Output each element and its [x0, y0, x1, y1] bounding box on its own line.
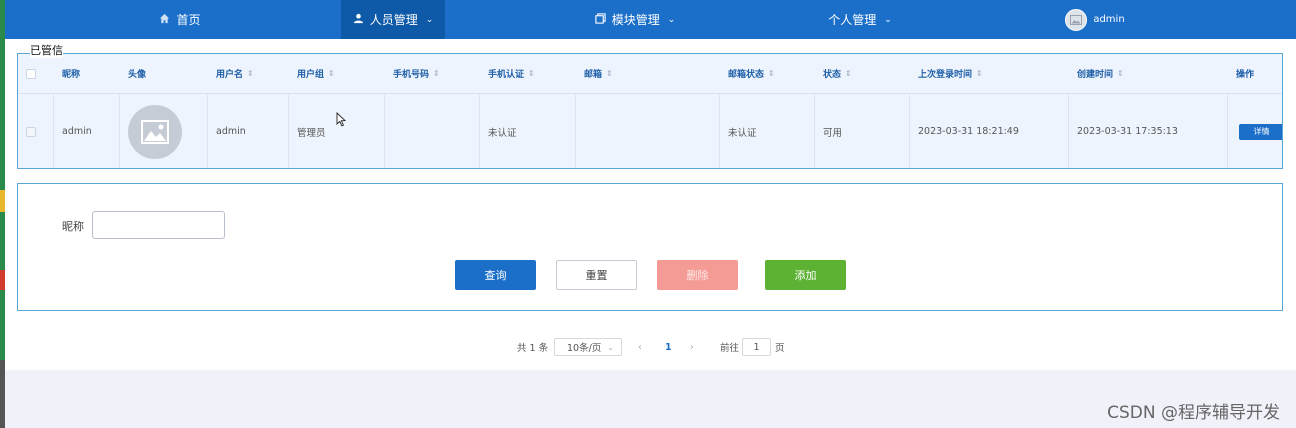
nav-personal-management[interactable]: 个人管理 ⌄: [815, 0, 905, 39]
sort-icon: ⇕: [606, 69, 613, 78]
cell-avatar: [120, 94, 208, 168]
goto-prefix: 前往: [720, 343, 740, 354]
page-label: 已管信: [30, 42, 63, 58]
col-group[interactable]: 用户组 ⇕: [297, 54, 335, 93]
cell-nickname: admin: [54, 94, 120, 168]
nav-personal-label: 个人管理: [828, 13, 877, 27]
chevron-down-icon: ⌄: [667, 14, 676, 25]
nav-personnel-management[interactable]: 人员管理 ⌄: [341, 0, 445, 39]
copy-icon: [595, 12, 606, 27]
cell-phone: [385, 94, 480, 168]
nav-module-management[interactable]: 模块管理 ⌄: [580, 0, 690, 39]
col-actions: 操作: [1236, 70, 1255, 80]
sort-icon: ⇕: [247, 69, 254, 78]
table-row: admin admin 管理员 未认证 未认证 可用 2023-03-31 18…: [18, 94, 1282, 168]
cell-created: 2023-03-31 17:35:13: [1069, 94, 1228, 168]
add-button[interactable]: 添加: [765, 260, 846, 290]
col-email-status[interactable]: 邮箱状态 ⇕: [728, 54, 775, 93]
select-all-checkbox[interactable]: [26, 54, 46, 93]
nickname-search-input[interactable]: [92, 211, 225, 239]
col-phone-verified[interactable]: 手机认证 ⇕: [488, 54, 535, 93]
nav-home-label: 首页: [176, 13, 201, 27]
detail-button[interactable]: 详情: [1239, 123, 1282, 140]
image-placeholder-icon: [1070, 14, 1083, 25]
sort-icon: ⇕: [976, 69, 983, 78]
chevron-down-icon: ⌄: [884, 14, 892, 25]
col-email[interactable]: 邮箱 ⇕: [584, 54, 613, 93]
goto-suffix: 页: [775, 343, 785, 354]
query-button[interactable]: 查询: [455, 260, 536, 290]
nickname-label: 昵称: [62, 220, 84, 233]
avatar: [128, 104, 182, 159]
cell-phone-verified: 未认证: [480, 94, 576, 168]
page-size-select[interactable]: 10条/页 ⌄: [554, 338, 622, 356]
sort-icon: ⇕: [845, 69, 852, 78]
nav-personnel-label: 人员管理: [369, 13, 418, 27]
sort-icon: ⇕: [328, 69, 335, 78]
sort-icon: ⇕: [768, 69, 775, 78]
search-panel: 昵称 查询 重置 删除 添加: [17, 183, 1283, 311]
user-table: 昵称 头像 用户名 ⇕ 用户组 ⇕ 手机号码 ⇕ 手机认证 ⇕ 邮箱 ⇕ 邮箱状态 ⇕ 状态…: [17, 53, 1283, 169]
top-navigation-bar: 首页 人员管理 ⌄ 模块管理 ⌄ 个人管理 ⌄ admin: [5, 0, 1296, 39]
col-status[interactable]: 状态 ⇕: [823, 54, 852, 93]
cell-username: admin: [208, 94, 289, 168]
page-number-current[interactable]: 1: [665, 337, 672, 357]
pagination-total: 共 1 条: [517, 343, 549, 354]
sort-icon: ⇕: [433, 69, 440, 78]
col-phone[interactable]: 手机号码 ⇕: [393, 54, 440, 93]
goto-page-input[interactable]: 1: [742, 338, 771, 356]
chevron-down-icon: ⌄: [425, 14, 434, 25]
next-page-icon[interactable]: ›: [690, 337, 694, 357]
sort-icon: ⇕: [528, 69, 535, 78]
avatar: [1065, 8, 1088, 31]
col-nickname: 昵称: [62, 70, 81, 80]
col-username[interactable]: 用户名 ⇕: [216, 54, 254, 93]
nav-user-menu[interactable]: admin: [1055, 0, 1135, 39]
cell-last-login: 2023-03-31 18:21:49: [910, 94, 1069, 168]
chevron-down-icon: ⌄: [607, 342, 614, 352]
page-footer-area: [5, 370, 1296, 428]
cell-group: 管理员: [289, 94, 385, 168]
cell-actions: 详情: [1239, 94, 1282, 168]
user-icon: [353, 13, 364, 27]
watermark: CSDN @程序辅导开发: [1107, 403, 1280, 423]
reset-button[interactable]: 重置: [556, 260, 637, 290]
sort-icon: ⇕: [1117, 69, 1124, 78]
desktop-edge-strip: [0, 0, 5, 428]
col-avatar: 头像: [128, 70, 147, 80]
prev-page-icon[interactable]: ‹: [638, 337, 642, 357]
nav-modules-label: 模块管理: [611, 13, 660, 27]
page-size-value: 10条/页: [567, 343, 602, 354]
table-header: 昵称 头像 用户名 ⇕ 用户组 ⇕ 手机号码 ⇕ 手机认证 ⇕ 邮箱 ⇕ 邮箱状态 ⇕ 状态…: [18, 54, 1282, 94]
nav-home[interactable]: 首页: [135, 0, 225, 39]
delete-button[interactable]: 删除: [657, 260, 738, 290]
cell-email: [576, 94, 720, 168]
row-checkbox[interactable]: [18, 94, 54, 168]
col-last-login[interactable]: 上次登录时间 ⇕: [918, 54, 983, 93]
nav-user-name: admin: [1093, 14, 1125, 25]
cell-status: 可用: [815, 94, 910, 168]
mouse-cursor-icon: [336, 112, 346, 127]
cell-email-status: 未认证: [720, 94, 815, 168]
col-created[interactable]: 创建时间 ⇕: [1077, 54, 1124, 93]
image-placeholder-icon: [141, 119, 169, 144]
home-icon: [159, 13, 170, 27]
